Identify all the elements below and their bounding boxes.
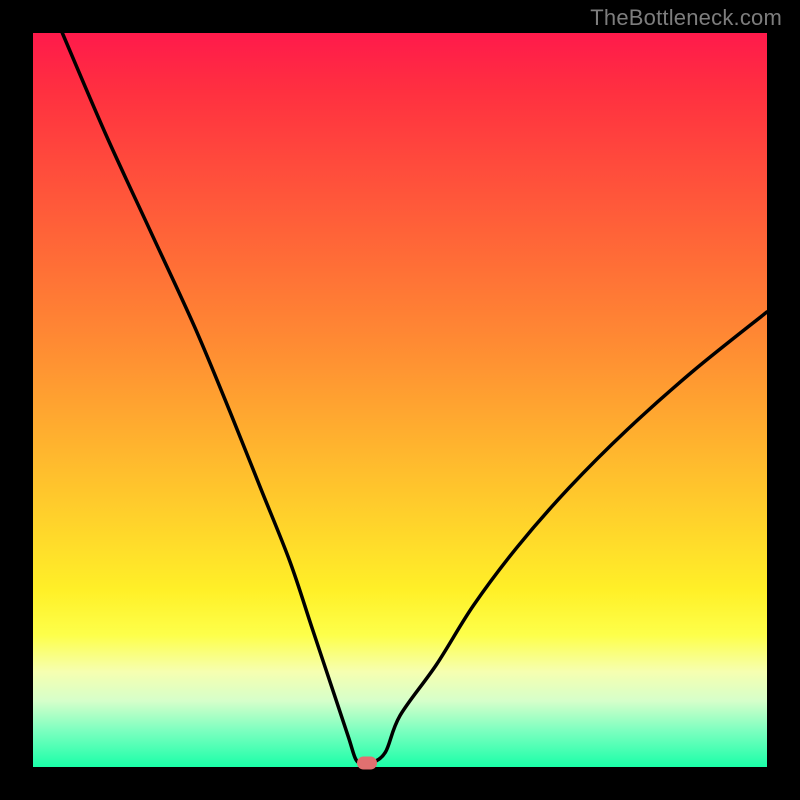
curve-svg <box>33 33 767 767</box>
chart-frame: TheBottleneck.com <box>0 0 800 800</box>
bottleneck-curve-path <box>62 33 767 764</box>
minimum-marker <box>357 757 377 770</box>
watermark-text: TheBottleneck.com <box>590 5 782 31</box>
plot-area <box>33 33 767 767</box>
